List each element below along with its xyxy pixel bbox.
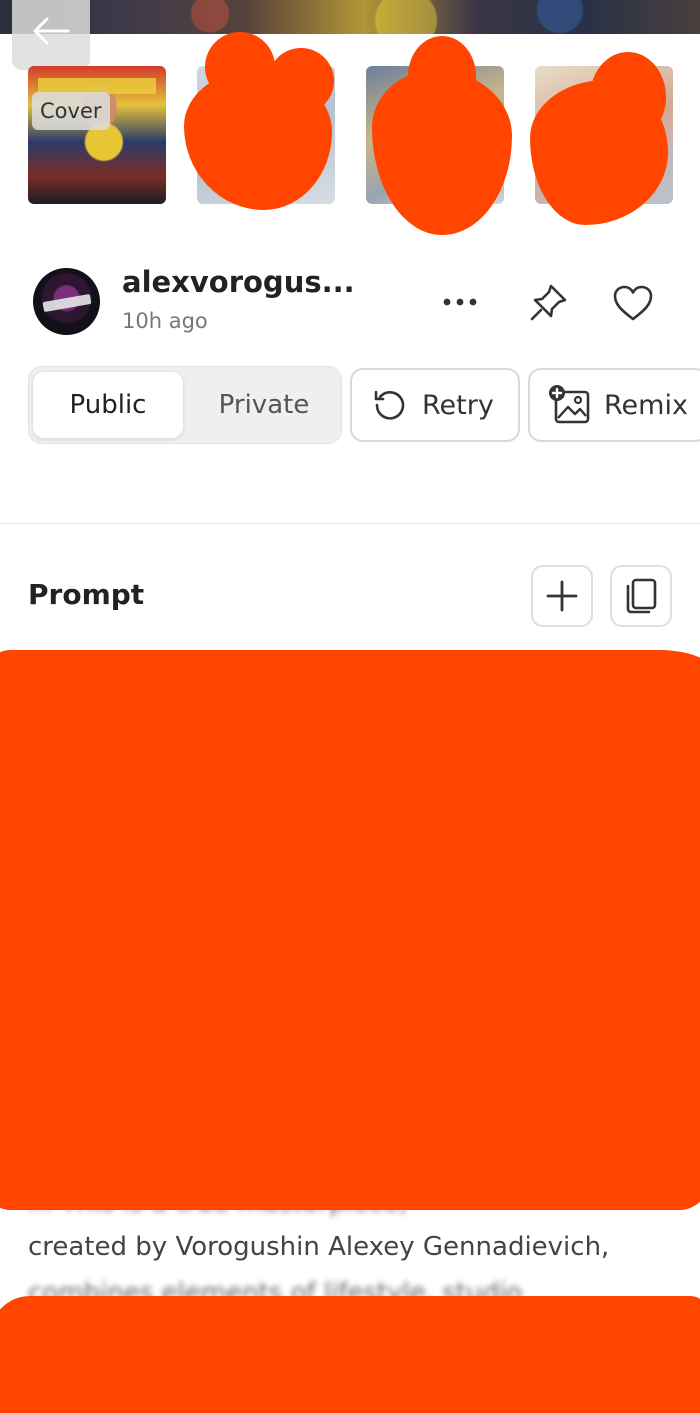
section-divider [0,523,700,524]
heart-icon [613,285,653,321]
retry-label: Retry [422,389,494,421]
more-options-button[interactable] [438,282,482,322]
retry-button[interactable]: Retry [350,368,520,442]
cover-badge: Cover [32,92,110,130]
redaction-blob [590,52,666,142]
redaction-blob [0,1296,700,1413]
like-button[interactable] [608,279,658,327]
visibility-public-option[interactable]: Public [33,372,183,438]
image-add-icon [549,385,590,424]
username[interactable]: alexvorogus... [122,265,355,299]
timestamp: 10h ago [122,309,208,333]
visibility-toggle: Public Private [28,366,342,444]
copy-prompt-button[interactable] [610,565,672,627]
avatar-logo [42,293,92,313]
prompt-line-visible: created by Vorogushin Alexey Gennadievic… [28,1232,610,1262]
back-button[interactable] [12,0,90,70]
arrow-left-icon [33,17,70,45]
pin-button[interactable] [524,279,572,327]
visibility-private-option[interactable]: Private [189,372,339,438]
add-prompt-button[interactable] [531,565,593,627]
avatar[interactable] [33,268,100,335]
redaction-blob [268,48,334,114]
redaction-blob [408,36,476,116]
plus-icon [546,580,578,612]
hero-image-strip [0,0,700,34]
pin-icon [530,284,567,321]
remix-label: Remix [604,389,688,421]
remix-button[interactable]: Remix [528,368,700,442]
prompt-title: Prompt [28,578,145,611]
thumbnail-cover[interactable] [28,66,166,204]
copy-icon [626,578,657,614]
retry-icon [374,390,405,420]
redaction-blob [205,32,275,102]
redaction-blob [0,650,700,1210]
more-horizontal-icon [443,298,477,306]
